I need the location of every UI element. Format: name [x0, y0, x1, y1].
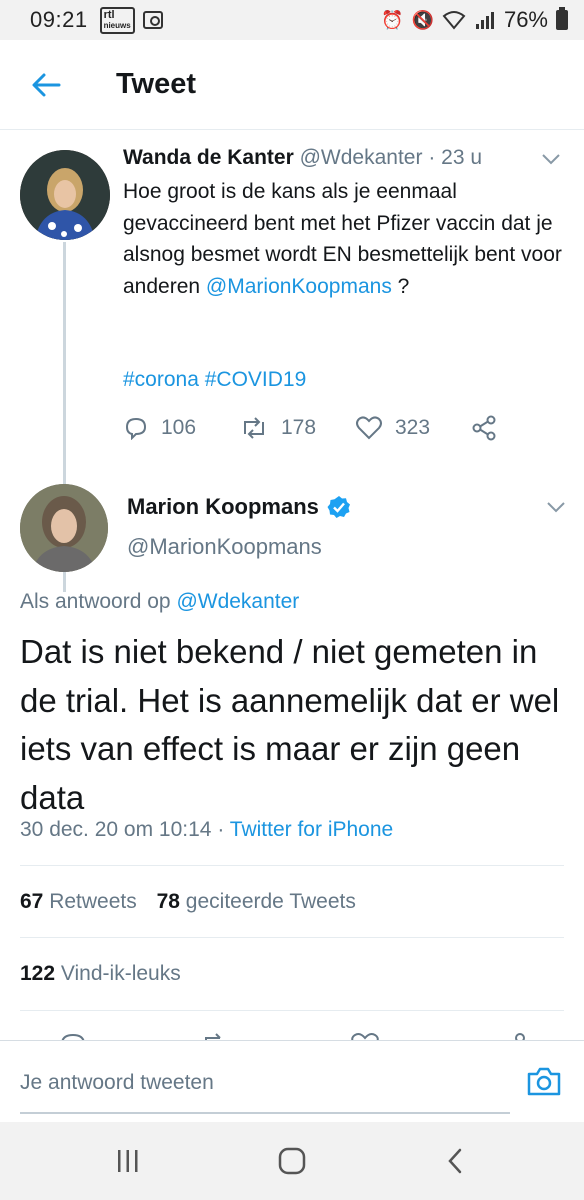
tweet-time: 23 u — [441, 146, 483, 169]
author-name[interactable]: Marion Koopmans — [127, 494, 351, 520]
author-handle[interactable]: @Wdekanter — [300, 146, 423, 169]
tweet-text: Hoe groot is de kans als je eenmaal geva… — [123, 176, 563, 302]
media-notification-icon — [142, 11, 163, 29]
reply-icon — [125, 417, 147, 440]
retweet-button[interactable]: 178 — [239, 416, 355, 440]
recent-apps-button[interactable] — [110, 1144, 146, 1178]
back-arrow-icon — [32, 73, 61, 96]
avatar[interactable] — [20, 150, 110, 240]
like-icon — [356, 416, 382, 440]
tweet-meta: 30 dec. 20 om 10:14 · Twitter for iPhone — [20, 818, 393, 842]
quote-tweets-link[interactable]: 78 geciteerde Tweets — [157, 890, 356, 913]
recent-apps-icon — [118, 1150, 138, 1172]
back-nav-icon — [448, 1148, 462, 1174]
status-bar: 09:21 rtl nieuws ⏰ 🔇 76% — [0, 0, 584, 40]
retweets-link[interactable]: 67 Retweets — [20, 890, 137, 913]
alarm-icon: ⏰ — [381, 9, 404, 30]
divider — [20, 1010, 564, 1011]
home-icon — [278, 1147, 306, 1175]
quote-label: geciteerde Tweets — [185, 890, 356, 913]
divider — [20, 937, 564, 938]
tweet-timestamp: 30 dec. 20 om 10:14 — [20, 818, 212, 841]
system-nav-bar — [0, 1122, 584, 1200]
hashtags[interactable]: #corona #COVID19 — [123, 368, 306, 392]
reply-composer: Je antwoord tweeten — [0, 1040, 584, 1122]
likes-stats-row: 122 Vind-ik-leuks — [20, 962, 181, 986]
like-total: 122 — [20, 962, 56, 985]
chevron-down-icon[interactable] — [545, 496, 567, 518]
signal-icon — [475, 12, 494, 29]
share-button[interactable] — [471, 415, 509, 441]
battery-icon — [556, 7, 568, 30]
retweet-icon — [244, 417, 264, 439]
divider — [20, 865, 564, 866]
retweet-count: 67 — [20, 890, 44, 913]
chevron-down-icon[interactable] — [540, 148, 562, 170]
quote-count: 78 — [156, 890, 180, 913]
like-count: 323 — [395, 416, 431, 439]
reply-input[interactable]: Je antwoord tweeten — [20, 1071, 214, 1095]
mention-link[interactable]: @MarionKoopmans — [206, 275, 392, 298]
battery-percent: 76% — [503, 7, 548, 32]
verified-badge-icon — [327, 496, 350, 518]
status-time: 09:21 — [30, 7, 88, 32]
top-header: Tweet — [0, 40, 584, 130]
retweet-stats-row: 67 Retweets 78 geciteerde Tweets — [20, 890, 356, 914]
tweet-header: Wanda de Kanter @Wdekanter · 23 u — [123, 146, 482, 170]
meta-separator: · — [217, 818, 225, 841]
back-button[interactable] — [26, 65, 66, 105]
author-name-text: Marion Koopmans — [127, 494, 319, 519]
home-button[interactable] — [274, 1144, 310, 1178]
likes-link[interactable]: 122 Vind-ik-leuks — [20, 962, 181, 985]
action-bar: 106 178 323 — [123, 415, 509, 441]
reply-to-link[interactable]: @Wdekanter — [176, 590, 299, 613]
like-button[interactable]: 323 — [355, 416, 471, 440]
mute-icon: 🔇 — [411, 9, 434, 30]
tweet-source[interactable]: Twitter for iPhone — [230, 818, 393, 841]
retweet-label: Retweets — [49, 890, 137, 913]
wifi-icon — [442, 11, 466, 30]
question-mark: ? — [391, 274, 410, 298]
reply-context: Als antwoord op @Wdekanter — [20, 590, 299, 614]
reply-prefix: Als antwoord op — [20, 590, 171, 613]
share-icon — [472, 415, 496, 441]
back-nav-button[interactable] — [437, 1144, 473, 1178]
input-underline — [20, 1112, 510, 1114]
author-handle[interactable]: @MarionKoopmans — [127, 534, 322, 560]
reply-count: 106 — [161, 416, 197, 439]
page-title: Tweet — [116, 68, 197, 100]
like-label: Vind-ik-leuks — [60, 962, 181, 985]
camera-icon[interactable] — [526, 1065, 562, 1097]
separator-dot: · — [428, 146, 436, 169]
reply-button[interactable]: 106 — [123, 416, 239, 440]
rtl-nieuws-icon: rtl nieuws — [99, 6, 135, 34]
tweet-text: Dat is niet bekend / niet gemeten in de … — [20, 633, 560, 816]
retweet-count: 178 — [281, 416, 317, 439]
author-name[interactable]: Wanda de Kanter — [123, 146, 294, 169]
avatar[interactable] — [20, 484, 108, 572]
